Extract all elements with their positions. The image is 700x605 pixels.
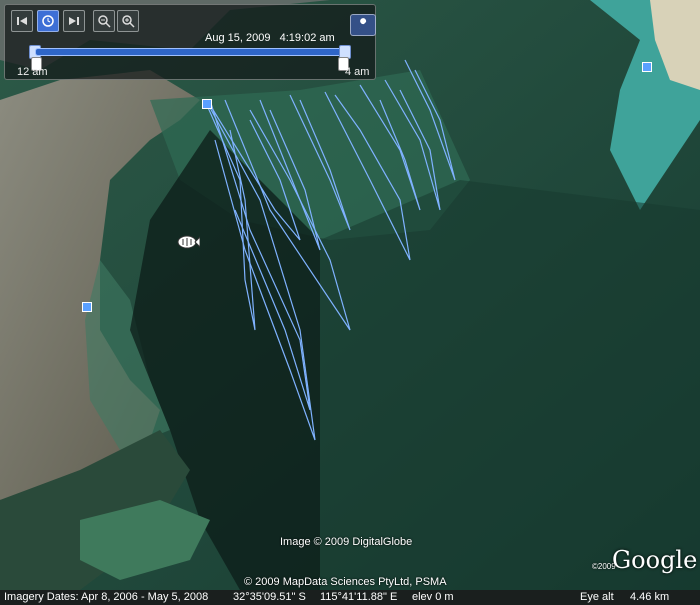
wrench-icon[interactable] <box>350 14 376 36</box>
time-slider-panel: Aug 15, 2009 4:19:02 am 12 am 4 am <box>4 4 376 80</box>
skip-forward-icon[interactable] <box>63 10 85 32</box>
shadow-band <box>320 180 700 590</box>
zoom-out-icon[interactable] <box>93 10 115 32</box>
latitude-readout: 32°35'09.51" S <box>233 591 306 603</box>
time-slider-track[interactable] <box>35 48 347 56</box>
data-credit: © 2009 MapData Sciences PtyLtd, PSMA <box>244 576 447 588</box>
elevation-readout: elev 0 m <box>412 591 454 603</box>
imagery-dates: Imagery Dates: Apr 8, 2006 - May 5, 2008 <box>4 591 209 603</box>
square-placemark-icon[interactable] <box>82 302 92 312</box>
square-placemark-icon[interactable] <box>642 62 652 72</box>
longitude-readout: 115°41'11.88" E <box>320 591 398 603</box>
status-bar: Imagery Dates: Apr 8, 2006 - May 5, 2008… <box>0 590 700 605</box>
clock-icon[interactable] <box>37 10 59 32</box>
current-time-label: Aug 15, 2009 4:19:02 am <box>205 32 335 44</box>
slider-end-label: 4 am <box>345 66 370 78</box>
satellite-map[interactable] <box>0 0 700 590</box>
google-logo: Google <box>612 546 698 574</box>
zoom-in-icon[interactable] <box>117 10 139 32</box>
eye-alt-label: Eye alt <box>580 591 614 603</box>
slider-start-label: 12 am <box>17 66 48 78</box>
skip-back-icon[interactable] <box>11 10 33 32</box>
image-credit: Image © 2009 DigitalGlobe <box>280 536 413 548</box>
eye-alt-value: 4.46 km <box>630 591 670 603</box>
square-placemark-icon[interactable] <box>202 99 212 109</box>
fish-boat-icon[interactable] <box>176 234 200 250</box>
